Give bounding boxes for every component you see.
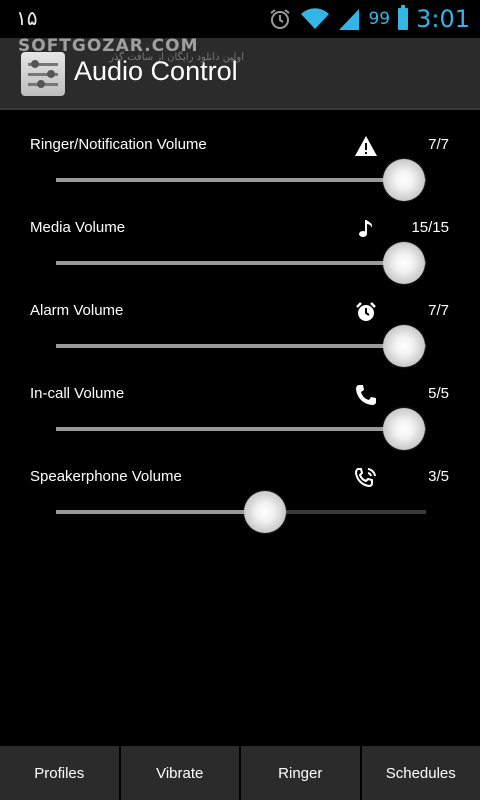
speakerphone-icon [354,468,376,488]
volume-slider[interactable] [56,241,426,285]
slider-fill [56,510,265,514]
status-left-text: ۱۵ [16,6,38,30]
volume-value: 7/7 [428,136,449,153]
phone-icon [356,385,376,405]
status-bar: ۱۵ 99 3:01 [0,0,480,38]
volume-slider[interactable] [56,324,426,368]
slider-fill [56,344,404,348]
schedules-button[interactable]: Schedules [361,746,480,800]
slider-thumb[interactable] [243,491,286,533]
volume-row-in-call: In-call Volume 5/5 [0,385,480,468]
volume-row-speakerphone: Speakerphone Volume 3/5 [0,468,480,551]
volume-slider[interactable] [56,490,426,534]
volume-slider[interactable] [56,158,426,202]
warning-icon [355,136,377,156]
status-time: 3:01 [416,5,470,33]
volume-value: 15/15 [411,219,449,236]
action-bar: SOFTGOZAR.COM اولین دانلود رایگان از ساف… [0,36,480,110]
slider-fill [56,261,404,265]
volume-value: 7/7 [428,302,449,319]
status-icons: 99 3:01 [268,4,470,34]
volume-label: Alarm Volume [30,302,124,319]
volume-label: Ringer/Notification Volume [30,136,207,153]
wifi-icon [301,8,330,30]
screen: ۱۵ 99 3:01 SOFTGOZAR.COM اولین دانلود را… [0,0,480,800]
battery-icon [398,5,409,30]
battery-level: 99 [368,9,391,29]
volume-slider[interactable] [56,407,426,451]
bottom-nav: Profiles Vibrate Ringer Schedules [0,746,480,800]
profiles-button[interactable]: Profiles [0,746,121,800]
alarm-icon [270,9,291,29]
music-note-icon [359,220,373,237]
slider-fill [56,178,404,182]
signal-icon [339,9,360,30]
slider-thumb[interactable] [383,408,425,450]
volume-row-media: Media Volume 15/15 [0,219,480,302]
volume-label: In-call Volume [30,385,125,402]
volume-label: Media Volume [30,219,126,236]
volume-row-ringer: Ringer/Notification Volume 7/7 [0,136,480,219]
ringer-button[interactable]: Ringer [241,746,362,800]
app-sliders-icon[interactable] [21,52,65,96]
vibrate-button[interactable]: Vibrate [120,746,241,800]
volume-row-alarm: Alarm Volume 7/7 [0,302,480,385]
volume-value: 3/5 [428,468,449,485]
volume-value: 5/5 [428,385,449,402]
slider-thumb[interactable] [383,242,425,284]
alarm-clock-icon [356,302,376,321]
slider-fill [56,427,404,431]
slider-thumb[interactable] [383,325,425,367]
volume-label: Speakerphone Volume [30,468,182,485]
slider-thumb[interactable] [383,159,425,201]
page-title: Audio Control [74,56,238,86]
